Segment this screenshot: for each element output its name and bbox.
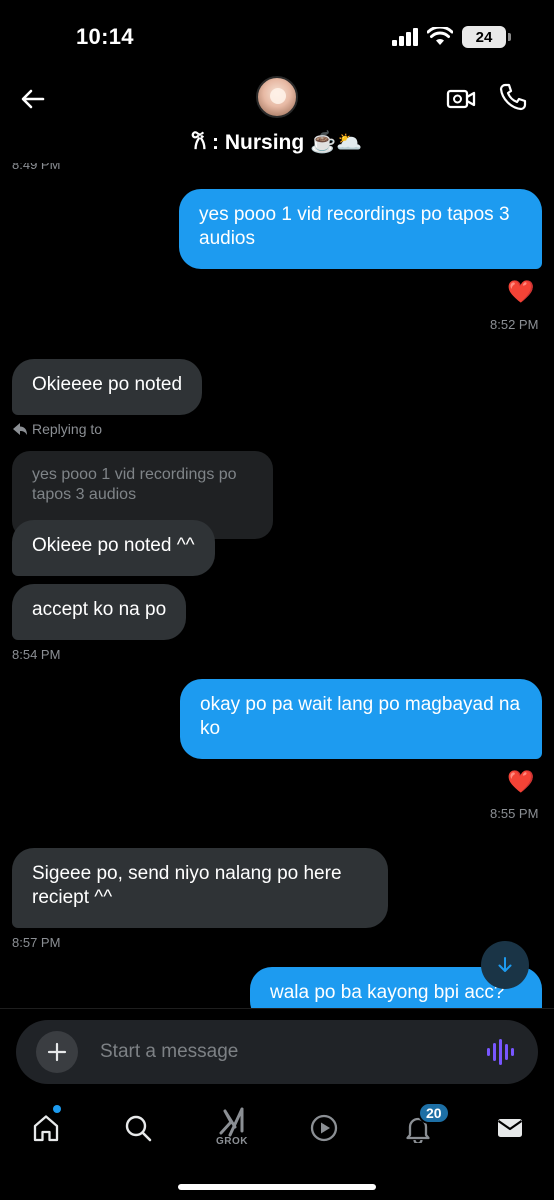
- phone-call-button[interactable]: [498, 82, 528, 112]
- add-attachment-button[interactable]: [36, 1031, 78, 1073]
- composer-area: [0, 1008, 554, 1090]
- message-timestamp: 8:49 PM: [12, 163, 61, 172]
- tab-home[interactable]: [26, 1108, 66, 1148]
- envelope-icon: [497, 1119, 523, 1137]
- tab-search[interactable]: [118, 1108, 158, 1148]
- heart-reaction[interactable]: ❤️: [507, 769, 534, 795]
- phone-icon: [499, 83, 527, 111]
- message-timestamp: 8:54 PM: [12, 647, 61, 662]
- arrow-left-icon: [21, 89, 45, 109]
- home-icon: [33, 1115, 59, 1142]
- grok-icon: [219, 1107, 244, 1137]
- outgoing-message-bubble[interactable]: okay po pa wait lang po magbayad na ko: [180, 679, 542, 759]
- reply-arrow-icon: [13, 423, 27, 435]
- audio-waveform-icon: [487, 1039, 514, 1065]
- avatar[interactable]: [256, 76, 298, 118]
- tab-messages[interactable]: [490, 1108, 530, 1148]
- tab-video[interactable]: [304, 1108, 344, 1148]
- message-composer: [16, 1020, 538, 1084]
- heart-reaction[interactable]: ❤️: [507, 279, 534, 305]
- incoming-message-bubble[interactable]: Sigeee po, send niyo nalang po here reci…: [12, 848, 388, 928]
- chat-header: 𐙚 : Nursing ☕️🌥️: [0, 70, 554, 163]
- status-time: 10:14: [76, 24, 134, 49]
- message-timestamp: 8:52 PM: [490, 317, 539, 332]
- notifications-count-badge: 20: [418, 1102, 450, 1124]
- scroll-to-bottom-button[interactable]: [481, 941, 529, 989]
- video-call-button[interactable]: [446, 84, 476, 114]
- wifi-icon: [427, 27, 453, 45]
- back-button[interactable]: [18, 84, 48, 114]
- play-circle-icon: [310, 1114, 338, 1142]
- bottom-tab-bar: GROK 20: [0, 1090, 554, 1200]
- arrow-down-icon: [498, 957, 512, 972]
- home-notification-dot: [53, 1105, 61, 1113]
- status-icons: 24: [392, 26, 511, 48]
- message-timestamp: 8:57 PM: [12, 935, 61, 950]
- voice-message-button[interactable]: [486, 1038, 516, 1066]
- message-timestamp: 8:55 PM: [490, 806, 539, 821]
- signal-icon: [392, 28, 418, 46]
- status-bar: 10:14 24: [0, 0, 554, 70]
- search-icon: [125, 1115, 152, 1142]
- home-indicator: [178, 1184, 376, 1190]
- replying-to-text: Replying to: [32, 421, 103, 437]
- message-input[interactable]: [100, 1020, 460, 1084]
- battery-icon: 24: [462, 26, 511, 48]
- replying-to-label: Replying to: [12, 421, 102, 437]
- outgoing-message-bubble[interactable]: yes pooo 1 vid recordings po tapos 3 aud…: [179, 189, 542, 269]
- grok-label: GROK: [216, 1136, 248, 1147]
- video-camera-icon: [446, 89, 476, 109]
- incoming-message-bubble[interactable]: Okieee po noted ^^: [12, 520, 215, 576]
- contact-name[interactable]: 𐙚 : Nursing ☕️🌥️: [0, 128, 554, 156]
- plus-icon: [47, 1042, 67, 1062]
- incoming-message-bubble[interactable]: accept ko na po: [12, 584, 187, 640]
- incoming-message-bubble[interactable]: Okieeee po noted: [12, 359, 203, 415]
- message-list[interactable]: 8:49 PM yes pooo 1 vid recordings po tap…: [0, 163, 554, 1008]
